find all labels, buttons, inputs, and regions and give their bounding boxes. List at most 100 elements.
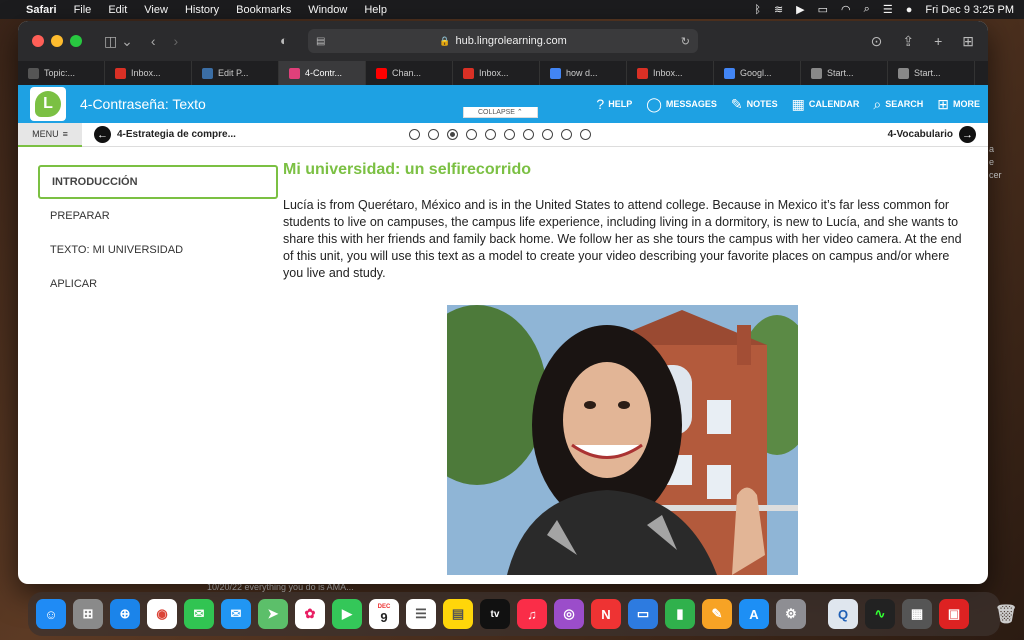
zoom-window-button[interactable] <box>70 35 82 47</box>
macos-menu-bar: Safari File Edit View History Bookmarks … <box>0 0 1024 19</box>
menu-button[interactable]: MENU ≡ <box>18 122 82 147</box>
trash-icon[interactable]: 🗑 <box>991 599 1021 629</box>
page-dot[interactable] <box>542 129 553 140</box>
news-icon[interactable]: N <box>591 599 621 629</box>
page-dot[interactable] <box>561 129 572 140</box>
menu-help[interactable]: Help <box>364 4 387 16</box>
sidebar-item-texto[interactable]: TEXTO: MI UNIVERSIDAD <box>38 233 278 267</box>
lingro-logo[interactable]: L <box>30 87 66 121</box>
sidebar-item-preparar[interactable]: PREPARAR <box>38 199 278 233</box>
browser-tab[interactable]: how d... <box>540 61 627 85</box>
calendar-app-icon[interactable]: DEC 9 <box>369 599 399 629</box>
forward-icon[interactable]: › <box>174 33 179 49</box>
numbers-icon[interactable]: ▮ <box>665 599 695 629</box>
previous-lesson-link[interactable]: ← 4-Estrategia de compre... <box>94 126 236 143</box>
url-text[interactable]: hub.lingrolearning.com <box>455 35 566 47</box>
reader-icon[interactable]: ▤ <box>316 36 325 47</box>
system-preferences-icon[interactable]: ⚙ <box>776 599 806 629</box>
calendar-button[interactable]: ▦ CALENDAR <box>792 96 860 113</box>
activity-icon[interactable]: ≋ <box>774 3 783 16</box>
browser-tab[interactable]: Inbox... <box>627 61 714 85</box>
minimize-window-button[interactable] <box>51 35 63 47</box>
page-dot[interactable] <box>428 129 439 140</box>
music-icon[interactable]: ♫ <box>517 599 547 629</box>
siri-icon[interactable]: ● <box>906 4 913 16</box>
menu-bookmarks[interactable]: Bookmarks <box>236 4 291 16</box>
menubar-clock[interactable]: Fri Dec 9 3:25 PM <box>925 4 1014 16</box>
browser-tab[interactable]: Googl... <box>714 61 801 85</box>
help-button[interactable]: ? HELP <box>596 96 632 112</box>
close-window-button[interactable] <box>32 35 44 47</box>
finder-icon[interactable]: ☺ <box>36 599 66 629</box>
quicktime-icon[interactable]: Q <box>828 599 858 629</box>
back-icon[interactable]: ‹ <box>151 33 156 49</box>
menu-file[interactable]: File <box>74 4 92 16</box>
browser-tab[interactable]: Inbox... <box>453 61 540 85</box>
google-icon <box>550 67 561 79</box>
menu-history[interactable]: History <box>185 4 219 16</box>
apple-tv-icon[interactable]: tv <box>480 599 510 629</box>
messages-button[interactable]: ◯ MESSAGES <box>646 96 717 113</box>
address-bar[interactable]: ▤ 🔒 hub.lingrolearning.com ↻ <box>308 29 698 53</box>
reload-icon[interactable]: ↻ <box>681 35 690 48</box>
browser-tab[interactable]: Edit P... <box>192 61 279 85</box>
reminders-icon[interactable]: ☰ <box>406 599 436 629</box>
app-store-icon[interactable]: A <box>739 599 769 629</box>
maps-icon[interactable]: ➤ <box>258 599 288 629</box>
sidebar-toggle-icon[interactable]: ◫ ⌄ <box>104 33 133 50</box>
mail-icon[interactable]: ✉ <box>221 599 251 629</box>
battery-icon[interactable]: ▭ <box>818 3 828 16</box>
page-dot[interactable] <box>504 129 515 140</box>
page-dot[interactable] <box>523 129 534 140</box>
browser-tab[interactable]: Topic:... <box>18 61 105 85</box>
play-icon[interactable]: ▶ <box>796 3 804 16</box>
lock-icon: 🔒 <box>439 35 451 46</box>
page-dot[interactable] <box>447 129 458 140</box>
activity-monitor-icon[interactable]: ∿ <box>865 599 895 629</box>
browser-tab[interactable]: 4-Contr... <box>279 61 366 85</box>
downloads-icon[interactable]: ⊙ <box>871 33 883 50</box>
chrome-icon[interactable]: ◉ <box>147 599 177 629</box>
photos-icon[interactable]: ✿ <box>295 599 325 629</box>
menu-view[interactable]: View <box>144 4 168 16</box>
pages-icon[interactable]: ✎ <box>702 599 732 629</box>
spotlight-search-icon[interactable]: ⌕ <box>864 3 870 16</box>
bluetooth-icon[interactable]: ᛒ <box>754 4 761 16</box>
launchpad-icon[interactable]: ⊞ <box>73 599 103 629</box>
intro-video[interactable] <box>447 305 798 575</box>
new-tab-icon[interactable]: + <box>934 33 942 49</box>
collapse-button[interactable]: COLLAPSE ⌃ <box>463 107 538 118</box>
control-center-icon[interactable]: ☰ <box>883 3 893 16</box>
browser-tab[interactable]: Start... <box>801 61 888 85</box>
notes-button[interactable]: ✎ NOTES <box>731 96 778 113</box>
section-heading: Mi universidad: un selfirecorrido <box>283 161 532 178</box>
share-icon[interactable]: ⇪ <box>902 33 914 50</box>
page-dot[interactable] <box>580 129 591 140</box>
menu-window[interactable]: Window <box>308 4 347 16</box>
page-dot[interactable] <box>409 129 420 140</box>
sidebar-item-introduccion[interactable]: INTRODUCCIÓN <box>38 165 278 199</box>
calculator-icon[interactable]: ▦ <box>902 599 932 629</box>
search-button[interactable]: ⌕ SEARCH <box>873 96 923 113</box>
keynote-icon[interactable]: ▭ <box>628 599 658 629</box>
wifi-icon[interactable]: ◠ <box>841 3 851 16</box>
page-dot[interactable] <box>466 129 477 140</box>
browser-tab[interactable]: Start... <box>888 61 975 85</box>
menu-edit[interactable]: Edit <box>108 4 127 16</box>
safari-icon[interactable]: ⊕ <box>110 599 140 629</box>
tab-overview-icon[interactable]: ⊞ <box>962 33 974 50</box>
next-lesson-link[interactable]: 4-Vocabulario → <box>888 126 976 143</box>
facetime-icon[interactable]: ▶ <box>332 599 362 629</box>
privacy-shield-icon[interactable]: ◐ <box>280 33 288 48</box>
browser-tab[interactable]: Inbox... <box>105 61 192 85</box>
podcasts-icon[interactable]: ◎ <box>554 599 584 629</box>
page-dot[interactable] <box>485 129 496 140</box>
more-button[interactable]: ⊞ MORE <box>937 96 980 113</box>
browser-tab[interactable]: Chan... <box>366 61 453 85</box>
notes-app-icon[interactable]: ▤ <box>443 599 473 629</box>
intro-paragraph: Lucía is from Querétaro, México and is i… <box>283 198 962 280</box>
photo-booth-icon[interactable]: ▣ <box>939 599 969 629</box>
menu-safari[interactable]: Safari <box>26 4 57 16</box>
sidebar-item-aplicar[interactable]: APLICAR <box>38 267 278 301</box>
messages-icon[interactable]: ✉ <box>184 599 214 629</box>
